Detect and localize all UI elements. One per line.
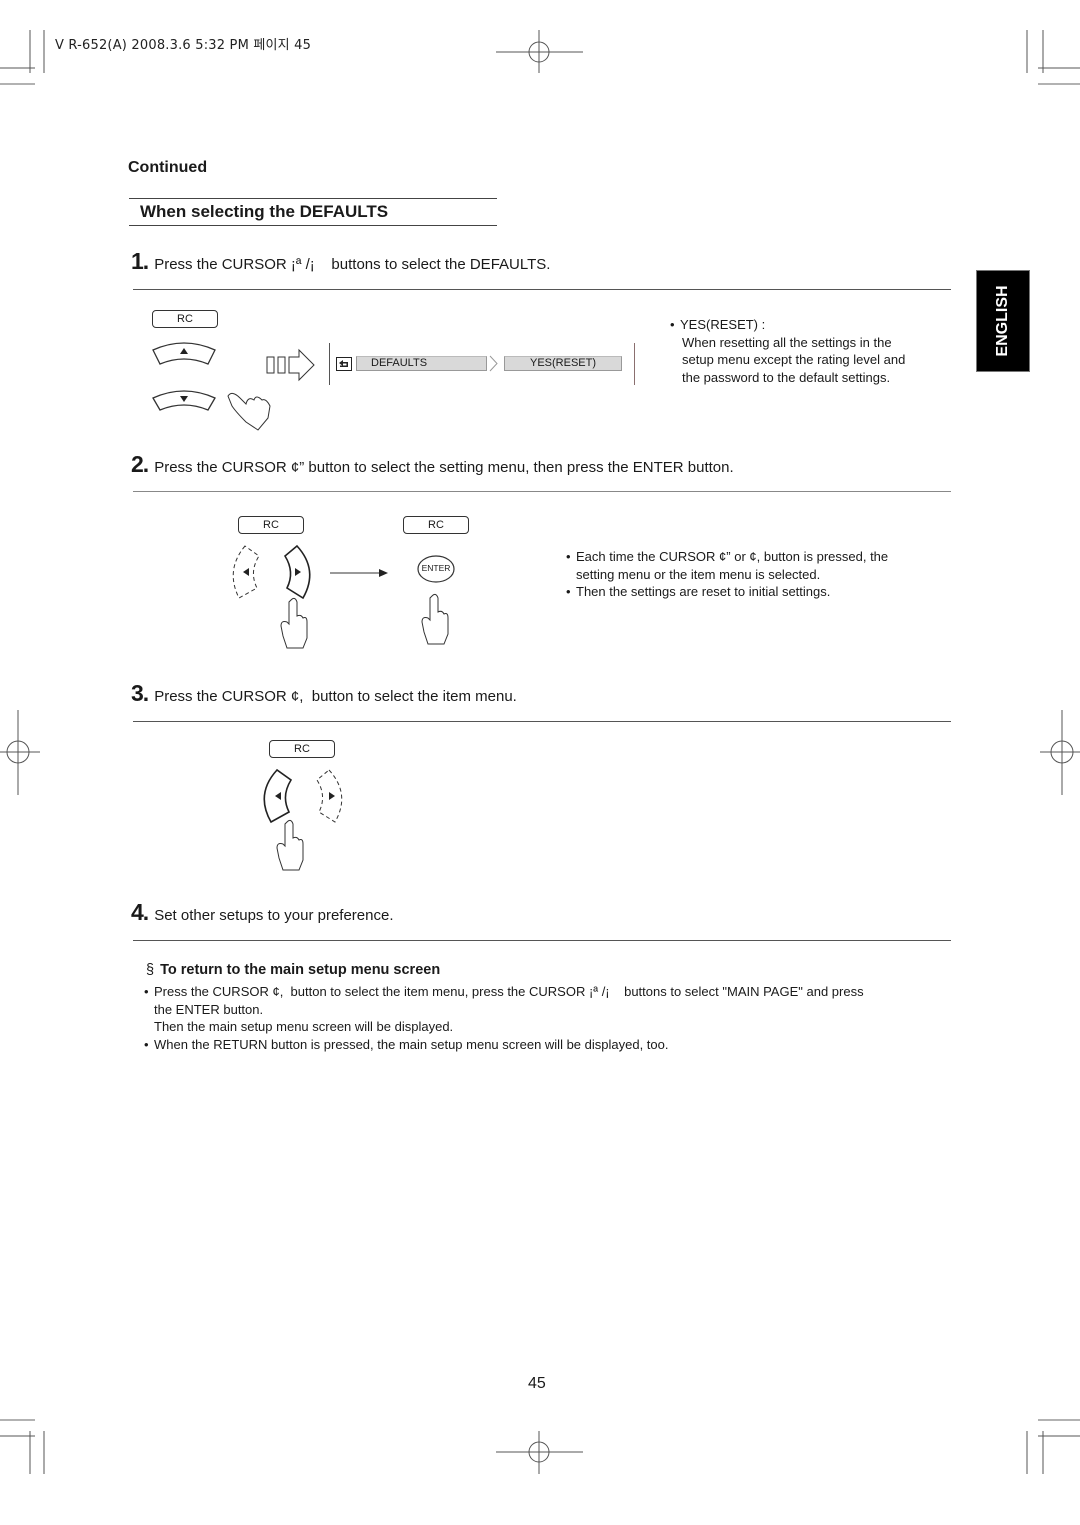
bullet: • (670, 317, 675, 332)
enter-label: ENTER (421, 563, 451, 573)
divider (133, 491, 951, 492)
menu-item-defaults: DEFAULTS (356, 356, 487, 371)
rc-label: RC (269, 740, 335, 758)
step-text: Press the CURSOR ¡ª /¡ buttons to select… (154, 256, 551, 273)
step-number: 4. (131, 899, 149, 925)
note-line: When resetting all the settings in the (682, 334, 892, 350)
arrow-right-icon (330, 569, 388, 577)
step-number: 3. (131, 680, 149, 706)
note-line: setup menu except the rating level and (682, 352, 906, 367)
note-line: setting menu or the item menu is selecte… (576, 566, 821, 582)
note-line: the ENTER button. (154, 1001, 264, 1017)
step2-notes: • Each time the CURSOR ¢” or ¢, button is… (566, 548, 888, 601)
bullet: • (566, 584, 571, 599)
yes-reset-note: • YES(RESET) : When resetting all the set… (670, 316, 905, 386)
note-line: Press the CURSOR ¢, button to select the… (154, 984, 864, 999)
step-4: 4. Set other setups to your preference. (131, 899, 394, 926)
return-icon (336, 357, 352, 371)
divider (133, 289, 951, 290)
note-line: Each time the CURSOR ¢” or ¢, button is … (576, 549, 889, 564)
section-title-box: When selecting the DEFAULTS (129, 198, 497, 226)
return-section-heading: § To return to the main setup menu screen (146, 962, 440, 978)
cursor-left-button-dashed-icon (232, 545, 260, 599)
note-line: the password to the default settings. (682, 369, 891, 385)
cursor-left-right-illustration (232, 544, 311, 649)
divider (133, 721, 951, 722)
cursor-right-button-icon (283, 544, 311, 600)
print-header-stamp: V R-652(A) 2008.3.6 5:32 PM 페이지 45 (55, 38, 312, 53)
menu-right-border (634, 343, 635, 385)
bullet: • (566, 549, 571, 564)
return-section-notes: • Press the CURSOR ¢, button to select th… (144, 983, 954, 1053)
rc-label: RC (403, 516, 469, 534)
cursor-down-button-icon (152, 390, 216, 411)
pointing-hand-icon (421, 593, 449, 645)
note-line: Then the settings are reset to initial s… (576, 584, 831, 599)
continued-label: Continued (128, 159, 208, 176)
return-section-title: To return to the main setup menu screen (160, 962, 441, 978)
step-1: 1. Press the CURSOR ¡ª /¡ buttons to sele… (131, 248, 550, 275)
pointing-hand-icon (227, 392, 271, 431)
step-text: Set other setups to your preference. (154, 907, 394, 924)
section-title: When selecting the DEFAULTS (140, 202, 389, 221)
language-tab: ENGLISH (976, 270, 1030, 372)
bullet: • (144, 1036, 149, 1052)
cursor-up-button-icon (152, 342, 216, 365)
page-number: 45 (528, 1375, 546, 1392)
cursor-left-right-illustration (263, 768, 343, 871)
step-text: Press the CURSOR ¢, button to select the… (154, 688, 517, 705)
rc-label: RC (152, 310, 218, 328)
step-number: 1. (131, 248, 149, 274)
step-2: 2. Press the CURSOR ¢” button to select t… (131, 451, 734, 478)
note-line: Then the main setup menu screen will be … (154, 1019, 454, 1034)
cursor-right-button-dashed-icon (316, 769, 343, 823)
note-line: When the RETURN button is pressed, the m… (154, 1036, 669, 1052)
menu-value-yes-reset: YES(RESET) (504, 356, 622, 371)
section-symbol: § (146, 962, 155, 978)
rc-label: RC (238, 516, 304, 534)
crop-marks (0, 30, 1080, 1474)
cursor-left-button-icon (263, 768, 293, 824)
pointing-hand-icon (280, 597, 308, 649)
language-tab-label: ENGLISH (994, 285, 1011, 357)
hollow-arrow-icon (266, 348, 315, 382)
pointing-hand-icon (276, 819, 304, 871)
menu-left-border (329, 343, 330, 385)
note-title: YES(RESET) : (680, 317, 766, 332)
cursor-up-down-buttons-illustration (152, 342, 271, 431)
menu-chevron-icon (489, 355, 498, 372)
bullet: • (144, 984, 149, 999)
step-number: 2. (131, 451, 149, 477)
step-text: Press the CURSOR ¢” button to select the… (154, 459, 734, 476)
divider (133, 940, 951, 941)
step-3: 3. Press the CURSOR ¢, button to select t… (131, 680, 517, 707)
